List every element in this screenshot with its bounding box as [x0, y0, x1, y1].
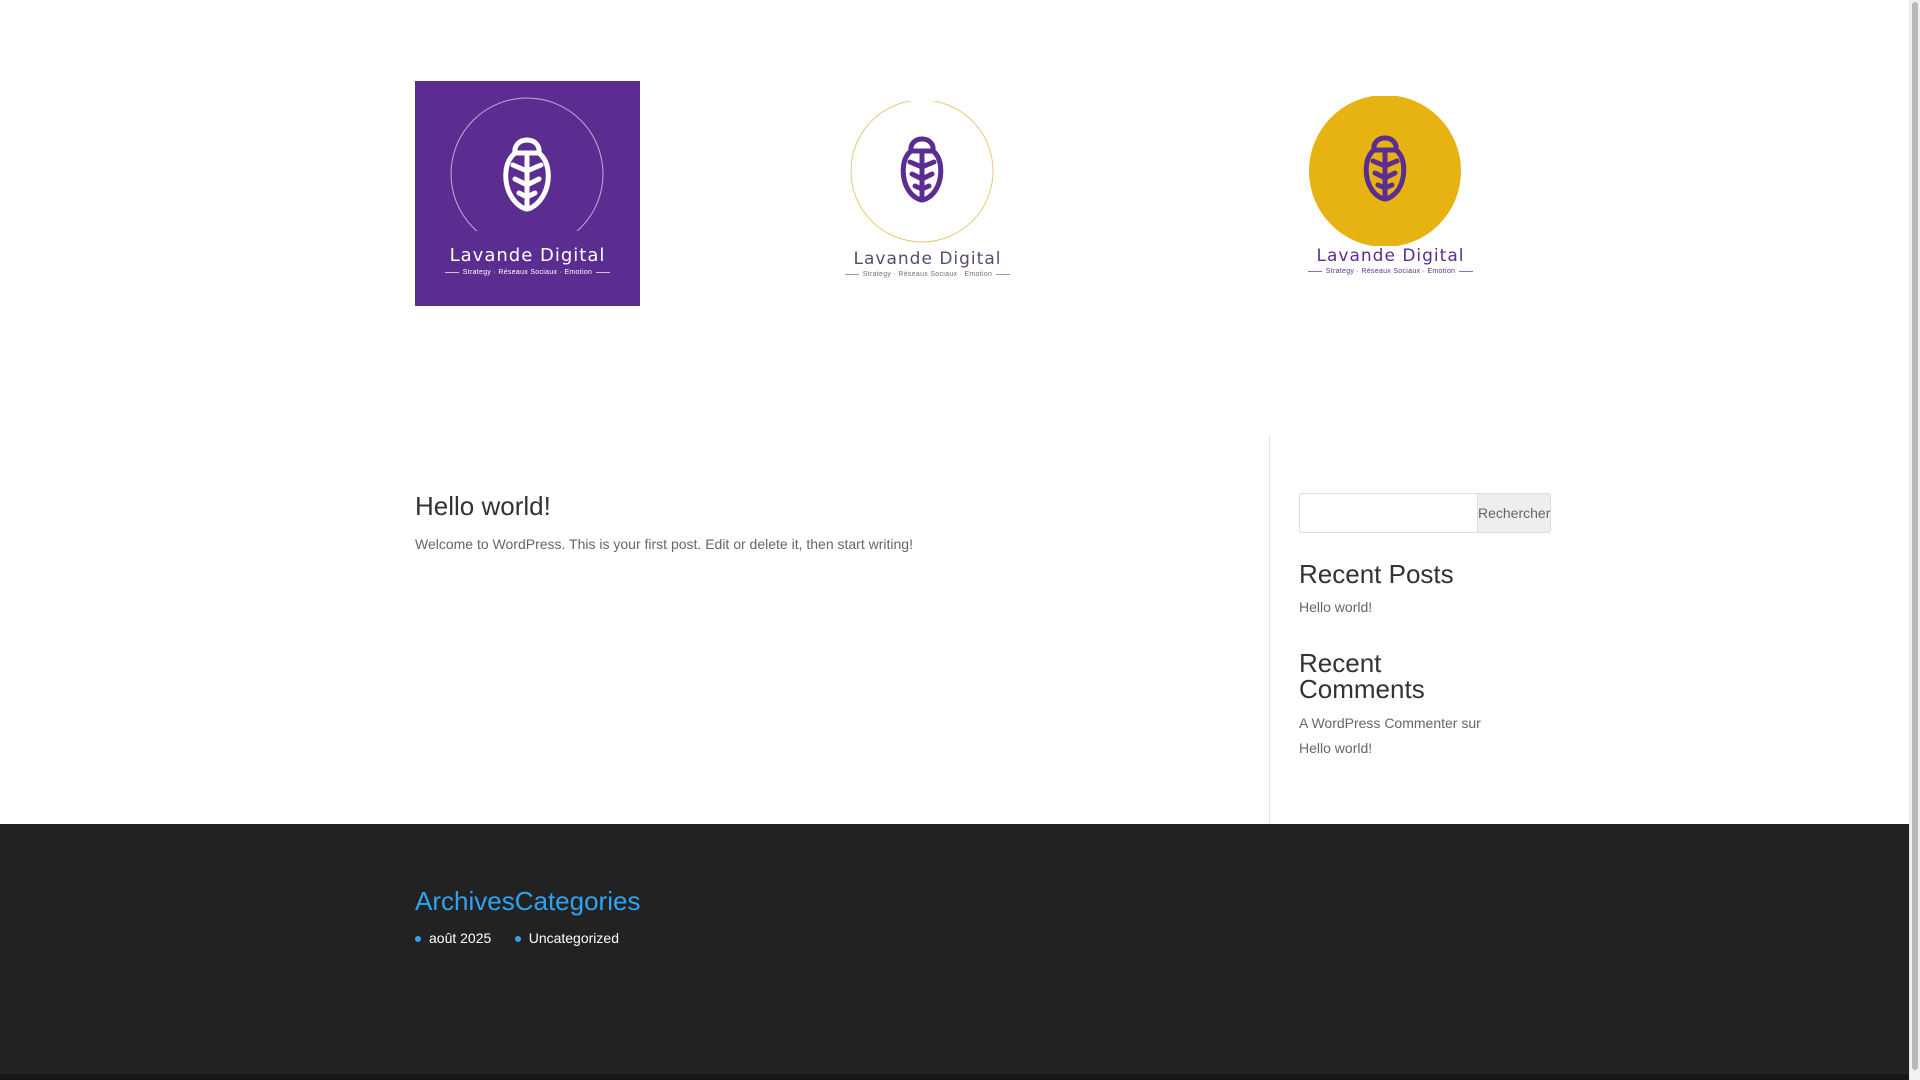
sidebar-divider [1269, 437, 1270, 824]
search-input[interactable] [1299, 493, 1477, 533]
insect-emblem-icon [850, 101, 994, 243]
archives-widget: Archives août 2025 [415, 886, 515, 948]
scrollbar-thumb[interactable] [1912, 2, 1918, 1070]
post-title[interactable]: Hello world! [415, 490, 1235, 522]
page: Lavande Digital Strategy · Réseaux Socia… [0, 0, 1920, 1080]
recent-post-link[interactable]: Hello world! [1299, 595, 1495, 620]
logo-purple-square[interactable]: Lavande Digital Strategy · Réseaux Socia… [415, 81, 640, 306]
footer-bottom-bar [0, 1074, 1909, 1080]
categories-widget: Categories Uncategorized [514, 886, 641, 948]
page-scrollbar[interactable] [1909, 0, 1920, 1080]
logo-gold-circle[interactable]: Lavande Digital Strategy · Réseaux Socia… [1298, 96, 1483, 291]
list-item: Uncategorized [514, 928, 641, 948]
comment-author-link[interactable]: A WordPress Commenter [1299, 715, 1457, 731]
comment-post-link[interactable]: Hello world! [1299, 740, 1372, 756]
search-button[interactable]: Rechercher [1477, 493, 1552, 533]
sidebar: Rechercher Recent Posts Hello world! Rec… [1299, 493, 1552, 761]
recent-comment-item: A WordPress Commenter sur Hello world! [1299, 711, 1495, 761]
archives-list: août 2025 [415, 928, 515, 948]
comment-connector: sur [1461, 715, 1481, 731]
archive-link[interactable]: août 2025 [429, 930, 491, 946]
logo-white-outline[interactable]: Lavande Digital Strategy · Réseaux Socia… [840, 101, 1015, 286]
list-item: août 2025 [415, 928, 515, 948]
logo-tagline: Strategy · Réseaux Sociaux · Emotion [1298, 268, 1483, 275]
categories-title: Categories [514, 886, 641, 916]
logo-title: Lavande Digital [853, 249, 1002, 269]
post-article: Hello world! Welcome to WordPress. This … [415, 490, 1235, 554]
footer-widgets: Archives août 2025 Categories Uncategori… [415, 886, 640, 948]
category-link[interactable]: Uncategorized [529, 930, 619, 946]
logo-tagline: Strategy · Réseaux Sociaux · Emotion [840, 271, 1015, 278]
archives-title: Archives [415, 886, 515, 916]
recent-posts-title: Recent Posts [1299, 559, 1454, 589]
logo-title: Lavande Digital [1316, 246, 1465, 266]
logo-gallery: Lavande Digital Strategy · Réseaux Socia… [415, 81, 1495, 306]
footer: Archives août 2025 Categories Uncategori… [0, 824, 1909, 1080]
categories-list: Uncategorized [514, 928, 641, 948]
insect-emblem-icon [1309, 96, 1461, 246]
recent-comments-title: Recent Comments [1299, 648, 1425, 704]
logo-tagline: Strategy · Réseaux Sociaux · Emotion [415, 269, 640, 276]
logo-title: Lavande Digital [449, 245, 606, 266]
search-form: Rechercher [1299, 493, 1552, 533]
insect-emblem-icon [450, 97, 604, 231]
post-excerpt: Welcome to WordPress. This is your first… [415, 536, 913, 552]
